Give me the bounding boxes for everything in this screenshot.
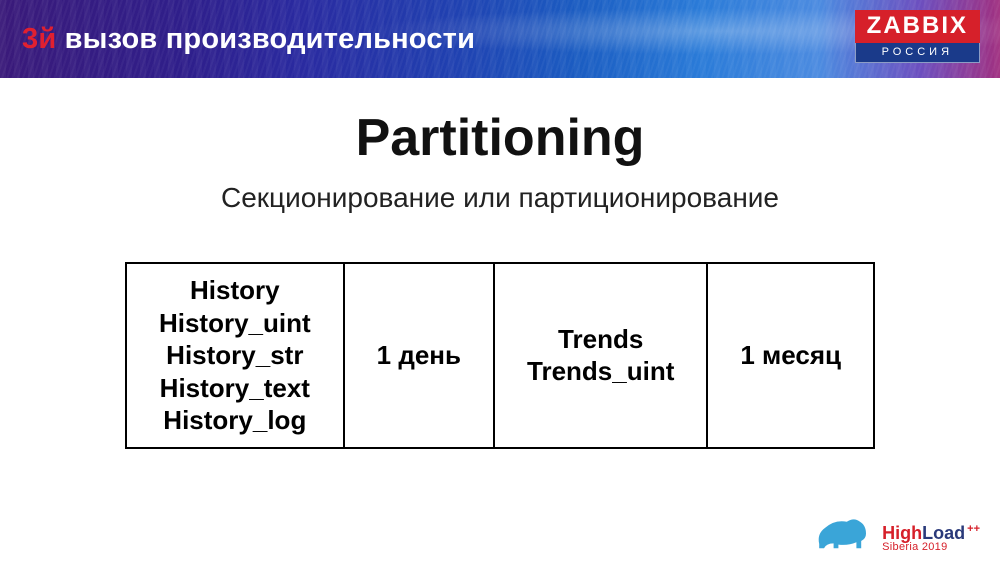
- history-item: History_uint: [159, 307, 311, 340]
- trends-item: Trends_uint: [527, 355, 674, 388]
- bear-icon: [812, 511, 872, 553]
- history-item: History: [159, 274, 311, 307]
- trends-item: Trends: [527, 323, 674, 356]
- main-title: Partitioning: [0, 108, 1000, 168]
- header-title-text: вызов производительности: [65, 23, 475, 55]
- main-subtitle: Секционирование или партиционирование: [0, 182, 1000, 214]
- zabbix-badge: ZABBIX РОССИЯ: [855, 10, 980, 63]
- header-banner: 3й вызов производительности ZABBIX РОССИ…: [0, 0, 1000, 78]
- history-item: History_str: [159, 339, 311, 372]
- highload-plus: ++: [967, 523, 980, 535]
- highload-load: Load: [922, 523, 965, 543]
- highload-sub: Siberia 2019: [882, 542, 980, 553]
- zabbix-sub: РОССИЯ: [855, 43, 980, 63]
- partitioning-table: History History_uint History_str History…: [125, 262, 875, 449]
- zabbix-logo: ZABBIX: [855, 10, 980, 43]
- header-title: 3й вызов производительности: [22, 23, 475, 56]
- cell-history-interval: 1 день: [344, 263, 494, 448]
- cell-history-tables: History History_uint History_str History…: [126, 263, 344, 448]
- history-item: History_text: [159, 372, 311, 405]
- highload-logo: HighLoad++ Siberia 2019: [882, 524, 980, 553]
- highload-high: High: [882, 523, 922, 543]
- history-item: History_log: [159, 404, 311, 437]
- cell-trends-tables: Trends Trends_uint: [494, 263, 707, 448]
- footer: HighLoad++ Siberia 2019: [812, 511, 980, 553]
- cell-trends-interval: 1 месяц: [707, 263, 874, 448]
- slide-content: Partitioning Секционирование или партици…: [0, 78, 1000, 449]
- table-row: History History_uint History_str History…: [126, 263, 874, 448]
- header-title-number: 3й: [22, 23, 56, 55]
